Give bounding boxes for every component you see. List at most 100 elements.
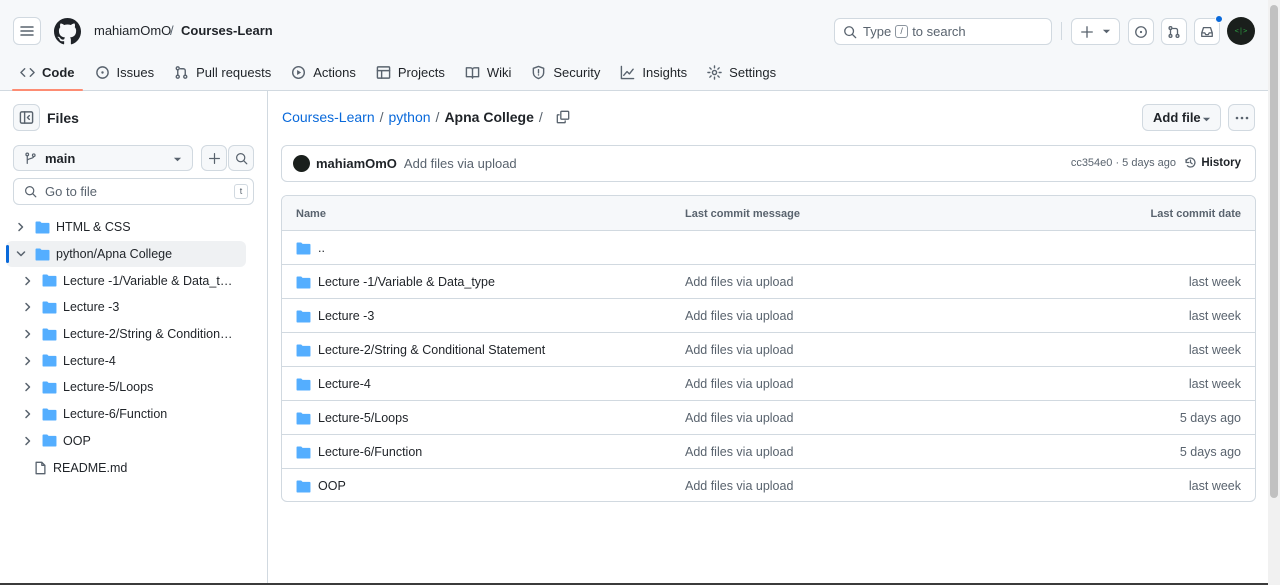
tab-projects[interactable]: Projects (368, 59, 453, 85)
user-avatar[interactable]: <|> (1227, 17, 1255, 45)
row-commit-message[interactable]: Add files via upload (685, 309, 793, 323)
folder-icon (42, 328, 57, 341)
search-icon (235, 152, 247, 164)
table-row[interactable]: Lecture -3 Add files via upload last wee… (282, 299, 1255, 333)
issues-button[interactable] (1128, 18, 1154, 45)
commit-author-avatar[interactable] (293, 155, 310, 172)
path-repo-link[interactable]: Courses-Learn (282, 109, 375, 125)
history-button[interactable]: History (1184, 156, 1241, 169)
owner-link[interactable]: mahiamOmO (94, 23, 171, 38)
tab-security[interactable]: Security (523, 59, 608, 85)
folder-icon (42, 434, 57, 447)
row-commit-message[interactable]: Add files via upload (685, 445, 793, 459)
row-name-link[interactable]: Lecture -1/Variable & Data_type (318, 275, 495, 289)
tab-wiki-label: Wiki (486, 64, 512, 80)
copy-path-button[interactable] (556, 110, 570, 124)
search-files-button[interactable] (228, 145, 254, 171)
tree-item-oop[interactable]: OOP (0, 428, 268, 455)
tree-item-lecture-1[interactable]: Lecture -1/Variable & Data_type (0, 267, 268, 294)
create-new-button[interactable] (1071, 18, 1120, 45)
tab-wiki[interactable]: Wiki (457, 59, 520, 85)
folder-icon (296, 480, 311, 493)
tab-actions[interactable]: Actions (283, 59, 364, 85)
tab-pull-requests[interactable]: Pull requests (166, 59, 279, 85)
table-row[interactable]: Lecture -1/Variable & Data_type Add file… (282, 265, 1255, 299)
tree-item-readme[interactable]: README.md (0, 454, 268, 481)
repo-link[interactable]: Courses-Learn (181, 23, 273, 38)
row-name-link[interactable]: Lecture-6/Function (318, 445, 422, 459)
row-commit-message[interactable]: Add files via upload (685, 275, 793, 289)
add-file-button[interactable]: Add file (1142, 104, 1221, 131)
table-row[interactable]: Lecture-5/Loops Add files via upload 5 d… (282, 401, 1255, 435)
tree-item-lecture-5[interactable]: Lecture-5/Loops (0, 374, 268, 401)
tree-item-lecture-6[interactable]: Lecture-6/Function (0, 401, 268, 428)
row-commit-date: last week (1188, 343, 1241, 357)
commit-meta[interactable]: cc354e0 · 5 days ago (1071, 157, 1176, 169)
go-to-file-placeholder: Go to file (45, 184, 98, 199)
row-name-link[interactable]: Lecture-5/Loops (318, 411, 408, 425)
row-name-link[interactable]: OOP (318, 479, 346, 493)
shield-icon (533, 65, 545, 79)
tree-item-html-css[interactable]: HTML & CSS (0, 214, 268, 241)
pull-requests-button[interactable] (1161, 18, 1187, 45)
chevron-right-icon (25, 436, 31, 446)
branch-selector[interactable]: main (13, 145, 193, 171)
menu-button[interactable] (13, 17, 41, 45)
table-row[interactable]: OOP Add files via upload last week (282, 469, 1255, 501)
add-file-sidebar-button[interactable] (201, 145, 227, 171)
row-name-link[interactable]: Lecture-2/String & Conditional Statement (318, 343, 545, 357)
tree-item-python-apna-college[interactable]: python/Apna College (6, 240, 246, 268)
row-commit-message[interactable]: Add files via upload (685, 411, 793, 425)
file-path-breadcrumb: Courses-Learn / python / Apna College / (282, 109, 570, 125)
tree-item-lecture-4[interactable]: Lecture-4 (0, 347, 268, 374)
search-input[interactable]: Type / to search (834, 18, 1052, 45)
collapse-sidebar-button[interactable] (13, 104, 40, 131)
path-separator: / (435, 109, 440, 125)
path-folder-link[interactable]: python (389, 109, 431, 125)
scrollbar-thumb[interactable] (1270, 5, 1278, 498)
row-commit-message[interactable]: Add files via upload (685, 479, 793, 493)
row-name-link[interactable]: Lecture-4 (318, 377, 371, 391)
branch-name: main (45, 150, 76, 166)
graph-icon (621, 65, 635, 79)
github-logo-icon[interactable] (54, 18, 81, 45)
tree-item-lecture-3[interactable]: Lecture -3 (0, 294, 268, 321)
tree-item-lecture-2[interactable]: Lecture-2/String & Conditional ... (0, 321, 268, 348)
plus-icon (208, 152, 220, 164)
tab-settings[interactable]: Settings (699, 59, 784, 85)
tab-code-label: Code (42, 64, 75, 80)
tab-insights[interactable]: Insights (612, 59, 695, 85)
parent-dir-row[interactable]: .. (282, 231, 1255, 265)
tab-pull-requests-label: Pull requests (196, 64, 272, 80)
page-scrollbar[interactable] (1268, 0, 1280, 585)
file-icon (35, 461, 46, 474)
issue-opened-icon (1135, 25, 1147, 38)
pull-request-icon (175, 65, 188, 79)
folder-icon (296, 412, 311, 425)
commit-message[interactable]: Add files via upload (404, 156, 517, 171)
go-to-file-input[interactable]: Go to file t (13, 178, 254, 205)
search-shortcut-key: / (895, 25, 909, 38)
folder-icon (42, 354, 57, 367)
commit-author[interactable]: mahiamOmO (316, 156, 397, 171)
folder-icon (42, 301, 57, 314)
copy-icon (556, 110, 570, 124)
more-options-button[interactable] (1228, 104, 1255, 131)
tab-code[interactable]: Code (12, 59, 83, 91)
avatar-text: <|> (1234, 27, 1248, 35)
folder-icon (296, 344, 311, 357)
table-row[interactable]: Lecture-6/Function Add files via upload … (282, 435, 1255, 469)
git-branch-icon (25, 152, 36, 164)
col-date: Last commit date (1150, 208, 1241, 220)
git-pull-request-icon (1168, 25, 1180, 38)
row-commit-message[interactable]: Add files via upload (685, 343, 793, 357)
row-commit-message[interactable]: Add files via upload (685, 377, 793, 391)
chevron-right-icon (25, 356, 31, 366)
table-row[interactable]: Lecture-4 Add files via upload last week (282, 367, 1255, 401)
row-name-link[interactable]: Lecture -3 (318, 309, 374, 323)
folder-icon (35, 221, 50, 234)
tree-item-label: HTML & CSS (56, 220, 131, 235)
parent-dir-link[interactable]: .. (318, 241, 325, 255)
table-row[interactable]: Lecture-2/String & Conditional Statement… (282, 333, 1255, 367)
tab-issues[interactable]: Issues (87, 59, 163, 85)
